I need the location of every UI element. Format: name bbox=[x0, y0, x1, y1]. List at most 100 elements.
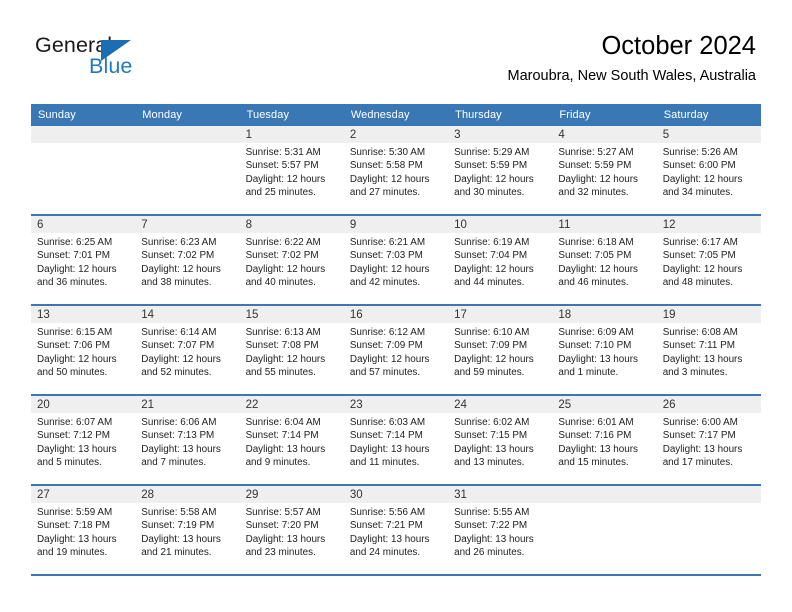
sunrise-time: Sunrise: 5:30 AM bbox=[349, 147, 426, 158]
calendar-day-cell[interactable]: 6 Sunrise: 6:25 AM Sunset: 7:01 PM Daylight… bbox=[31, 215, 136, 306]
day-box: 30 Sunrise: 5:56 AM Sunset: 7:21 PM Dayligh… bbox=[343, 486, 449, 574]
sunset-time: Sunset: 5:59 PM bbox=[454, 160, 528, 172]
calendar-day-cell[interactable]: 13 Sunrise: 6:15 AM Sunset: 7:06 PM Dayligh… bbox=[31, 305, 136, 396]
calendar-page: General Blue October 2024 Maroubra, New … bbox=[0, 0, 792, 612]
day-box: 1 Sunrise: 5:31 AM Sunset: 5:57 PM Daylight… bbox=[239, 126, 344, 214]
calendar-day-cell[interactable] bbox=[135, 126, 240, 216]
calendar-table: Sunday Monday Tuesday Wednesday Thursday… bbox=[31, 104, 761, 576]
day-sun-info: Sunrise: 6:15 AM Sunset: 7:06 PM Daylight:… bbox=[31, 323, 135, 380]
weekday-header-tuesday: Tuesday bbox=[239, 104, 344, 126]
calendar-day-cell[interactable]: 21 Sunrise: 6:06 AM Sunset: 7:13 PM Dayligh… bbox=[135, 395, 240, 486]
daylight-duration-line1: Daylight: 13 hours bbox=[558, 443, 638, 455]
daylight-duration-line1: Daylight: 12 hours bbox=[37, 353, 117, 365]
daylight-duration-line2: and 59 minutes. bbox=[454, 367, 525, 379]
sunrise-time: Sunrise: 6:03 AM bbox=[349, 417, 426, 428]
calendar-day-cell[interactable] bbox=[656, 485, 761, 576]
day-sun-info: Sunrise: 6:17 AM Sunset: 7:05 PM Daylight:… bbox=[657, 233, 761, 290]
sunrise-time: Sunrise: 6:22 AM bbox=[245, 237, 321, 248]
daylight-duration-line1: Daylight: 12 hours bbox=[349, 263, 430, 275]
daylight-duration-line2: and 3 minutes. bbox=[662, 367, 728, 379]
calendar-day-cell[interactable]: 4 Sunrise: 5:27 AM Sunset: 5:59 PM Daylight… bbox=[552, 126, 657, 216]
daylight-duration-line1: Daylight: 12 hours bbox=[349, 353, 430, 365]
daylight-duration-line1: Daylight: 12 hours bbox=[37, 263, 117, 275]
day-sun-info: Sunrise: 5:56 AM Sunset: 7:21 PM Daylight:… bbox=[344, 503, 448, 560]
daylight-duration-line2: and 11 minutes. bbox=[349, 457, 420, 469]
calendar-day-cell[interactable]: 17 Sunrise: 6:10 AM Sunset: 7:09 PM Dayligh… bbox=[448, 305, 553, 396]
day-sun-info: Sunrise: 6:04 AM Sunset: 7:14 PM Daylight:… bbox=[240, 413, 344, 470]
day-box: 12 Sunrise: 6:17 AM Sunset: 7:05 PM Dayligh… bbox=[656, 216, 761, 304]
calendar-day-cell[interactable]: 8 Sunrise: 6:22 AM Sunset: 7:02 PM Daylight… bbox=[239, 215, 344, 306]
calendar-body: 1 Sunrise: 5:31 AM Sunset: 5:57 PM Daylight… bbox=[31, 126, 761, 576]
weekday-header-saturday: Saturday bbox=[656, 104, 761, 126]
daylight-duration-line2: and 36 minutes. bbox=[37, 277, 108, 289]
calendar-day-cell[interactable]: 11 Sunrise: 6:18 AM Sunset: 7:05 PM Dayligh… bbox=[552, 215, 657, 306]
day-sun-info: Sunrise: 6:22 AM Sunset: 7:02 PM Daylight:… bbox=[240, 233, 344, 290]
day-number bbox=[552, 486, 657, 503]
day-box: 26 Sunrise: 6:00 AM Sunset: 7:17 PM Dayligh… bbox=[656, 396, 761, 484]
sunrise-time: Sunrise: 6:18 AM bbox=[558, 237, 634, 248]
day-box: 16 Sunrise: 6:12 AM Sunset: 7:09 PM Dayligh… bbox=[343, 306, 449, 394]
day-box: 7 Sunrise: 6:23 AM Sunset: 7:02 PM Daylight… bbox=[135, 216, 240, 304]
day-sun-info: Sunrise: 6:03 AM Sunset: 7:14 PM Daylight:… bbox=[344, 413, 448, 470]
calendar-day-cell[interactable]: 23 Sunrise: 6:03 AM Sunset: 7:14 PM Dayligh… bbox=[343, 395, 449, 486]
calendar-day-cell[interactable]: 12 Sunrise: 6:17 AM Sunset: 7:05 PM Dayligh… bbox=[656, 215, 761, 306]
sunset-time: Sunset: 7:10 PM bbox=[558, 340, 632, 352]
sunrise-time: Sunrise: 5:55 AM bbox=[454, 507, 530, 518]
calendar-day-cell[interactable]: 19 Sunrise: 6:08 AM Sunset: 7:11 PM Dayligh… bbox=[656, 305, 761, 396]
sunset-time: Sunset: 7:17 PM bbox=[662, 430, 736, 442]
calendar-day-cell[interactable]: 3 Sunrise: 5:29 AM Sunset: 5:59 PM Daylight… bbox=[448, 126, 553, 216]
calendar-day-cell[interactable]: 28 Sunrise: 5:58 AM Sunset: 7:19 PM Dayligh… bbox=[135, 485, 240, 576]
calendar-day-cell[interactable]: 29 Sunrise: 5:57 AM Sunset: 7:20 PM Dayligh… bbox=[239, 485, 344, 576]
sunrise-time: Sunrise: 6:19 AM bbox=[454, 237, 530, 248]
calendar-day-cell[interactable]: 5 Sunrise: 5:26 AM Sunset: 6:00 PM Daylight… bbox=[656, 126, 761, 216]
calendar-day-cell[interactable]: 7 Sunrise: 6:23 AM Sunset: 7:02 PM Daylight… bbox=[135, 215, 240, 306]
calendar-day-cell[interactable]: 20 Sunrise: 6:07 AM Sunset: 7:12 PM Dayligh… bbox=[31, 395, 136, 486]
day-box: 28 Sunrise: 5:58 AM Sunset: 7:19 PM Dayligh… bbox=[135, 486, 240, 574]
day-box: 13 Sunrise: 6:15 AM Sunset: 7:06 PM Dayligh… bbox=[31, 306, 136, 394]
calendar-day-cell[interactable]: 9 Sunrise: 6:21 AM Sunset: 7:03 PM Daylight… bbox=[343, 215, 449, 306]
day-number: 25 bbox=[552, 396, 657, 413]
calendar-day-cell[interactable]: 30 Sunrise: 5:56 AM Sunset: 7:21 PM Dayligh… bbox=[343, 485, 449, 576]
calendar-day-cell[interactable]: 22 Sunrise: 6:04 AM Sunset: 7:14 PM Dayligh… bbox=[239, 395, 344, 486]
brand-logo[interactable]: General Blue bbox=[35, 34, 235, 84]
day-sun-info: Sunrise: 5:58 AM Sunset: 7:19 PM Daylight:… bbox=[135, 503, 239, 560]
calendar-day-cell[interactable] bbox=[31, 126, 136, 216]
calendar-day-cell[interactable] bbox=[552, 485, 657, 576]
calendar-day-cell[interactable]: 26 Sunrise: 6:00 AM Sunset: 7:17 PM Dayligh… bbox=[656, 395, 761, 486]
day-sun-info: Sunrise: 5:27 AM Sunset: 5:59 PM Daylight:… bbox=[552, 143, 656, 200]
calendar-day-cell[interactable]: 14 Sunrise: 6:14 AM Sunset: 7:07 PM Dayligh… bbox=[135, 305, 240, 396]
daylight-duration-line2: and 5 minutes. bbox=[37, 457, 102, 469]
calendar-day-cell[interactable]: 1 Sunrise: 5:31 AM Sunset: 5:57 PM Daylight… bbox=[239, 126, 344, 216]
calendar-day-cell[interactable]: 24 Sunrise: 6:02 AM Sunset: 7:15 PM Dayligh… bbox=[448, 395, 553, 486]
calendar-day-cell[interactable]: 2 Sunrise: 5:30 AM Sunset: 5:58 PM Daylight… bbox=[343, 126, 449, 216]
sunset-time: Sunset: 7:02 PM bbox=[245, 250, 319, 262]
daylight-duration-line1: Daylight: 12 hours bbox=[454, 173, 534, 185]
daylight-duration-line1: Daylight: 12 hours bbox=[558, 263, 638, 275]
day-box: 25 Sunrise: 6:01 AM Sunset: 7:16 PM Dayligh… bbox=[552, 396, 657, 484]
sunset-time: Sunset: 7:01 PM bbox=[37, 250, 111, 262]
day-number: 23 bbox=[343, 396, 449, 413]
day-sun-info: Sunrise: 6:08 AM Sunset: 7:11 PM Daylight:… bbox=[657, 323, 761, 380]
calendar-day-cell[interactable]: 25 Sunrise: 6:01 AM Sunset: 7:16 PM Dayligh… bbox=[552, 395, 657, 486]
day-box: 27 Sunrise: 5:59 AM Sunset: 7:18 PM Dayligh… bbox=[31, 486, 136, 574]
calendar-day-cell[interactable]: 16 Sunrise: 6:12 AM Sunset: 7:09 PM Dayligh… bbox=[343, 305, 449, 396]
daylight-duration-line1: Daylight: 13 hours bbox=[245, 533, 326, 545]
calendar-day-cell[interactable]: 10 Sunrise: 6:19 AM Sunset: 7:04 PM Dayligh… bbox=[448, 215, 553, 306]
day-sun-info: Sunrise: 6:13 AM Sunset: 7:08 PM Daylight:… bbox=[240, 323, 344, 380]
day-sun-info: Sunrise: 5:59 AM Sunset: 7:18 PM Daylight:… bbox=[31, 503, 135, 560]
daylight-duration-line2: and 46 minutes. bbox=[558, 277, 629, 289]
day-number: 7 bbox=[135, 216, 240, 233]
calendar-day-cell[interactable]: 15 Sunrise: 6:13 AM Sunset: 7:08 PM Dayligh… bbox=[239, 305, 344, 396]
day-sun-info: Sunrise: 5:31 AM Sunset: 5:57 PM Daylight:… bbox=[240, 143, 344, 200]
daylight-duration-line1: Daylight: 12 hours bbox=[454, 263, 534, 275]
daylight-duration-line2: and 23 minutes. bbox=[245, 547, 316, 559]
calendar-day-cell[interactable]: 18 Sunrise: 6:09 AM Sunset: 7:10 PM Dayligh… bbox=[552, 305, 657, 396]
sunset-time: Sunset: 7:06 PM bbox=[37, 340, 111, 352]
day-sun-info: Sunrise: 5:55 AM Sunset: 7:22 PM Daylight:… bbox=[448, 503, 552, 560]
daylight-duration-line2: and 1 minute. bbox=[558, 367, 619, 379]
sunrise-time: Sunrise: 6:23 AM bbox=[141, 237, 217, 248]
calendar-day-cell[interactable]: 31 Sunrise: 5:55 AM Sunset: 7:22 PM Dayligh… bbox=[448, 485, 553, 576]
day-box-empty bbox=[552, 486, 657, 574]
calendar-day-cell[interactable]: 27 Sunrise: 5:59 AM Sunset: 7:18 PM Dayligh… bbox=[31, 485, 136, 576]
daylight-duration-line1: Daylight: 12 hours bbox=[245, 173, 326, 185]
